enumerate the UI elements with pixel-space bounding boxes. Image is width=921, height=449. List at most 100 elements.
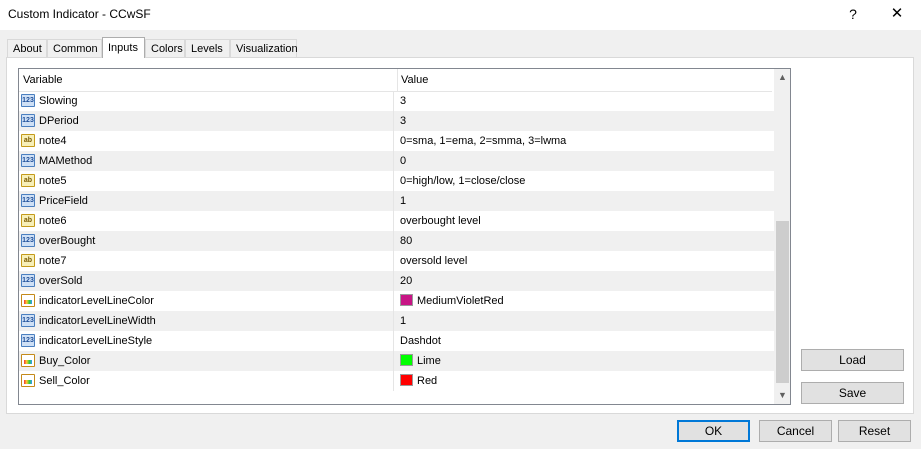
input-value-text: overbought level <box>400 215 481 227</box>
input-row[interactable]: ab note7 oversold level <box>19 251 774 271</box>
scroll-down-icon[interactable]: ▼ <box>774 387 790 404</box>
scroll-up-icon[interactable]: ▲ <box>774 69 790 86</box>
input-row[interactable]: indicatorLevelLineColor MediumVioletRed <box>19 291 774 311</box>
input-value-text: 20 <box>400 275 413 287</box>
input-value-cell[interactable]: Lime <box>400 351 441 371</box>
tab-common[interactable]: Common <box>47 39 102 57</box>
load-button[interactable]: Load <box>801 349 904 371</box>
input-variable-name: DPeriod <box>39 115 79 127</box>
input-row[interactable]: Sell_Color Red <box>19 371 774 391</box>
input-variable-name: PriceField <box>39 195 88 207</box>
tab-levels[interactable]: Levels <box>185 39 230 57</box>
tab-colors[interactable]: Colors <box>145 39 185 57</box>
column-header-value[interactable]: Value <box>397 69 428 91</box>
input-value-cell[interactable]: 20 <box>400 271 412 291</box>
input-row[interactable]: 123 DPeriod 3 <box>19 111 774 131</box>
input-value-text: 80 <box>400 235 413 247</box>
column-divider <box>393 131 394 151</box>
integer-type-icon: 123 <box>21 194 35 207</box>
integer-type-icon: 123 <box>21 234 35 247</box>
string-type-icon: ab <box>21 214 35 227</box>
scrollbar-thumb[interactable] <box>776 221 789 383</box>
window-title: Custom Indicator - CCwSF <box>8 7 151 21</box>
input-value-text: 3 <box>400 115 407 127</box>
color-swatch <box>400 294 413 306</box>
column-divider <box>393 251 394 271</box>
color-type-icon <box>21 354 35 367</box>
tab-inputs[interactable]: Inputs <box>102 37 145 58</box>
cancel-button[interactable]: Cancel <box>759 420 832 442</box>
integer-type-icon: 123 <box>21 274 35 287</box>
column-divider <box>393 351 394 371</box>
grid-header: Variable Value <box>19 69 772 92</box>
input-variable-name: note4 <box>39 135 67 147</box>
input-value-text: 0=sma, 1=ema, 2=smma, 3=lwma <box>400 135 567 147</box>
title-bar: Custom Indicator - CCwSF ? ✕ <box>0 0 921 30</box>
input-value-cell[interactable]: Red <box>400 371 437 391</box>
input-row[interactable]: ab note5 0=high/low, 1=close/close <box>19 171 774 191</box>
input-value-cell[interactable]: MediumVioletRed <box>400 291 504 311</box>
column-header-variable[interactable]: Variable <box>19 69 398 91</box>
input-value-text: Lime <box>417 355 441 367</box>
column-divider <box>393 111 394 131</box>
input-value-cell[interactable]: 1 <box>400 191 406 211</box>
input-value-cell[interactable]: 3 <box>400 91 406 111</box>
tab-about[interactable]: About <box>7 39 47 57</box>
ok-button[interactable]: OK <box>677 420 750 442</box>
input-value-text: 0=high/low, 1=close/close <box>400 175 526 187</box>
input-row[interactable]: 123 indicatorLevelLineStyle Dashdot <box>19 331 774 351</box>
save-button[interactable]: Save <box>801 382 904 404</box>
column-divider <box>393 331 394 351</box>
close-icon[interactable]: ✕ <box>886 3 908 25</box>
input-variable-name: overSold <box>39 275 83 287</box>
input-value-cell[interactable]: 80 <box>400 231 412 251</box>
input-variable-name: note6 <box>39 215 67 227</box>
input-row[interactable]: ab note6 overbought level <box>19 211 774 231</box>
tab-visualization[interactable]: Visualization <box>230 39 298 57</box>
input-value-cell[interactable]: 1 <box>400 311 406 331</box>
column-divider <box>393 171 394 191</box>
column-divider <box>393 271 394 291</box>
vertical-scrollbar[interactable]: ▲ ▼ <box>774 69 790 404</box>
input-row[interactable]: 123 Slowing 3 <box>19 91 774 111</box>
input-variable-name: indicatorLevelLineColor <box>39 295 154 307</box>
column-divider <box>393 91 394 111</box>
integer-type-icon: 123 <box>21 334 35 347</box>
input-variable-name: note5 <box>39 175 67 187</box>
input-row[interactable]: ab note4 0=sma, 1=ema, 2=smma, 3=lwma <box>19 131 774 151</box>
reset-button[interactable]: Reset <box>838 420 911 442</box>
color-swatch <box>400 374 413 386</box>
input-value-cell[interactable]: 0=sma, 1=ema, 2=smma, 3=lwma <box>400 131 566 151</box>
input-row[interactable]: 123 overBought 80 <box>19 231 774 251</box>
string-type-icon: ab <box>21 134 35 147</box>
input-value-text: oversold level <box>400 255 468 267</box>
input-value-text: 3 <box>400 95 407 107</box>
integer-type-icon: 123 <box>21 94 35 107</box>
input-row[interactable]: 123 overSold 20 <box>19 271 774 291</box>
input-value-text: 1 <box>400 195 407 207</box>
input-value-cell[interactable]: 3 <box>400 111 406 131</box>
help-icon[interactable]: ? <box>842 3 864 25</box>
input-value-cell[interactable]: overbought level <box>400 211 481 231</box>
integer-type-icon: 123 <box>21 154 35 167</box>
input-variable-name: note7 <box>39 255 67 267</box>
input-row[interactable]: 123 indicatorLevelLineWidth 1 <box>19 311 774 331</box>
input-value-text: Red <box>417 375 438 387</box>
input-row[interactable]: 123 PriceField 1 <box>19 191 774 211</box>
string-type-icon: ab <box>21 254 35 267</box>
input-row[interactable]: Buy_Color Lime <box>19 351 774 371</box>
input-value-cell[interactable]: oversold level <box>400 251 467 271</box>
input-value-cell[interactable]: Dashdot <box>400 331 441 351</box>
input-value-text: MediumVioletRed <box>417 295 504 307</box>
input-variable-name: MAMethod <box>39 155 93 167</box>
inputs-grid: Variable Value 123 Slowing 3 123 DPeriod 3 ab n… <box>18 68 791 405</box>
string-type-icon: ab <box>21 174 35 187</box>
column-divider <box>393 371 394 391</box>
input-row[interactable]: 123 MAMethod 0 <box>19 151 774 171</box>
color-type-icon <box>21 294 35 307</box>
input-value-cell[interactable]: 0=high/low, 1=close/close <box>400 171 525 191</box>
input-variable-name: Slowing <box>39 95 78 107</box>
color-swatch <box>400 354 413 366</box>
input-value-cell[interactable]: 0 <box>400 151 406 171</box>
input-value-text: 0 <box>400 155 407 167</box>
